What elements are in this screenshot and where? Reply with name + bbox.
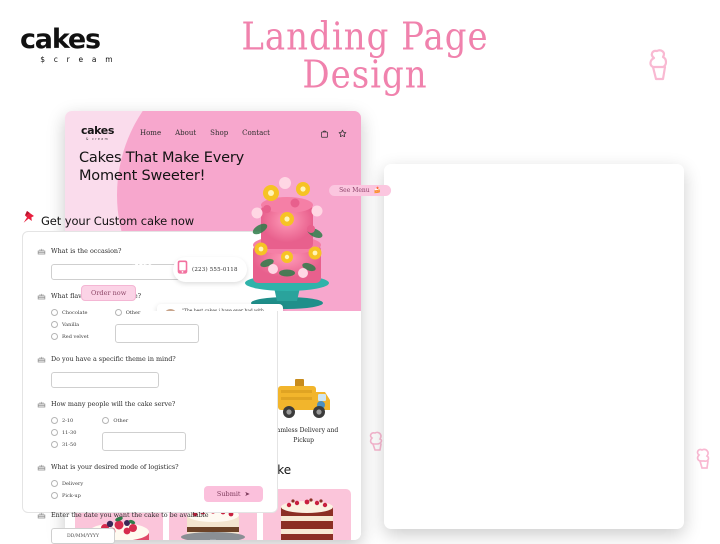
radio-option-other[interactable]: Other: [102, 417, 186, 424]
phone-chip[interactable]: (223) 555-0118: [173, 257, 247, 282]
testimonial-text: "The best cakes i have ever had with swi…: [182, 308, 276, 311]
question-servings: How many people will the cake serve? 2-1…: [37, 395, 263, 451]
hero-cake-image: [227, 153, 347, 311]
radio-button[interactable]: [51, 417, 58, 424]
mockup-navbar: cakes & cream Home About Shop Contact: [65, 111, 361, 141]
mockup-logo-main: cakes: [81, 124, 114, 137]
radio-option[interactable]: Vanilla: [51, 321, 89, 328]
flavor-other-input[interactable]: [114, 324, 199, 343]
cake-icon: [37, 287, 46, 305]
nav-link-shop[interactable]: Shop: [210, 129, 228, 137]
radio-button[interactable]: [51, 492, 58, 499]
nav-link-home[interactable]: Home: [140, 129, 161, 137]
radio-label: 31-50: [62, 441, 77, 448]
nav-link-contact[interactable]: Contact: [242, 129, 270, 137]
mockup-logo-sub: & cream: [85, 137, 110, 141]
nav-link-about[interactable]: About: [175, 129, 196, 137]
star-icon[interactable]: [338, 129, 347, 138]
radio-label: Delivery: [62, 480, 84, 487]
radio-label: 2-10: [62, 417, 74, 424]
bag-icon[interactable]: [320, 129, 329, 138]
radio-option[interactable]: Red velvet: [51, 333, 89, 340]
brand-logo-sub: $ c r e a m: [40, 55, 116, 64]
question-label: How many people will the cake serve?: [51, 400, 176, 408]
radio-label: 11-30: [62, 429, 77, 436]
radio-button[interactable]: [51, 480, 58, 487]
order-now-button[interactable]: Order now: [81, 285, 137, 301]
arrow-doodle: [121, 260, 169, 285]
page-canvas: cakes $ c r e a m Landing Page Design ca…: [0, 0, 720, 544]
send-arrow-icon: ➤: [244, 490, 250, 498]
radio-label: Other: [125, 309, 141, 316]
cake-icon: [37, 395, 46, 413]
question-label: Do you have a specific theme in mind?: [51, 355, 176, 363]
radio-button[interactable]: [51, 333, 58, 340]
form-heading: Get your Custom cake now: [22, 210, 194, 231]
question-label: Enter the date you want the cake to be a…: [51, 511, 209, 519]
radio-option[interactable]: Chocolate: [51, 309, 89, 316]
radio-option[interactable]: 31-50: [51, 441, 76, 448]
mobile-icon: [177, 260, 188, 279]
mockup-nav-icons: [320, 129, 347, 138]
brand-logo: cakes $ c r e a m: [20, 26, 130, 64]
radio-option[interactable]: Delivery: [51, 480, 83, 487]
radio-label: Red velvet: [62, 333, 89, 340]
date-input[interactable]: DD/MM/YYYY: [51, 528, 115, 544]
cake-icon: [37, 506, 46, 524]
theme-input[interactable]: [51, 372, 159, 388]
radio-label: Chocolate: [62, 309, 88, 316]
radio-button[interactable]: [114, 309, 122, 316]
cake-slice-icon: 🍰: [371, 187, 381, 194]
cupcake-doodle-bottom-right: [694, 446, 714, 470]
radio-button[interactable]: [51, 429, 58, 436]
question-date: Enter the date you want the cake to be a…: [37, 506, 263, 544]
radio-label: Pick-up: [62, 492, 81, 499]
radio-option[interactable]: Pick-up: [51, 492, 83, 499]
pushpin-icon: [22, 210, 36, 231]
cake-icon: [37, 458, 46, 476]
testimonial-card: "The best cakes i have ever had with swi…: [157, 304, 283, 311]
radio-label: Other: [113, 417, 129, 424]
date-input-value: DD/MM/YYYY: [67, 533, 99, 539]
radio-option[interactable]: 2-10: [51, 417, 76, 424]
radio-button[interactable]: [51, 441, 58, 448]
question-theme: Do you have a specific theme in mind?: [37, 350, 263, 388]
submit-button[interactable]: Submit ➤: [203, 486, 263, 502]
cake-icon: [37, 350, 46, 368]
brand-logo-main: cakes: [20, 24, 101, 55]
cake-icon: [37, 242, 46, 260]
radio-button[interactable]: [102, 417, 110, 424]
mockup-nav-links: Home About Shop Contact: [140, 129, 270, 137]
question-label: What is the occasion?: [51, 247, 122, 255]
cupcake-doodle-top-right: [645, 48, 671, 82]
page-title: Landing Page Design: [241, 14, 489, 98]
radio-label: Vanilla: [62, 321, 80, 328]
radio-option[interactable]: 11-30: [51, 429, 76, 436]
servings-other-input[interactable]: [102, 432, 187, 451]
phone-number: (223) 555-0118: [192, 266, 238, 273]
avatar: [164, 309, 177, 311]
submit-label: Submit: [216, 490, 241, 498]
radio-button[interactable]: [51, 309, 58, 316]
form-heading-text: Get your Custom cake now: [41, 213, 195, 228]
custom-cake-form-panel: [384, 164, 684, 529]
mockup-logo[interactable]: cakes & cream: [81, 125, 114, 141]
radio-button[interactable]: [51, 321, 58, 328]
question-label: What is your desired mode of logistics?: [51, 463, 179, 471]
